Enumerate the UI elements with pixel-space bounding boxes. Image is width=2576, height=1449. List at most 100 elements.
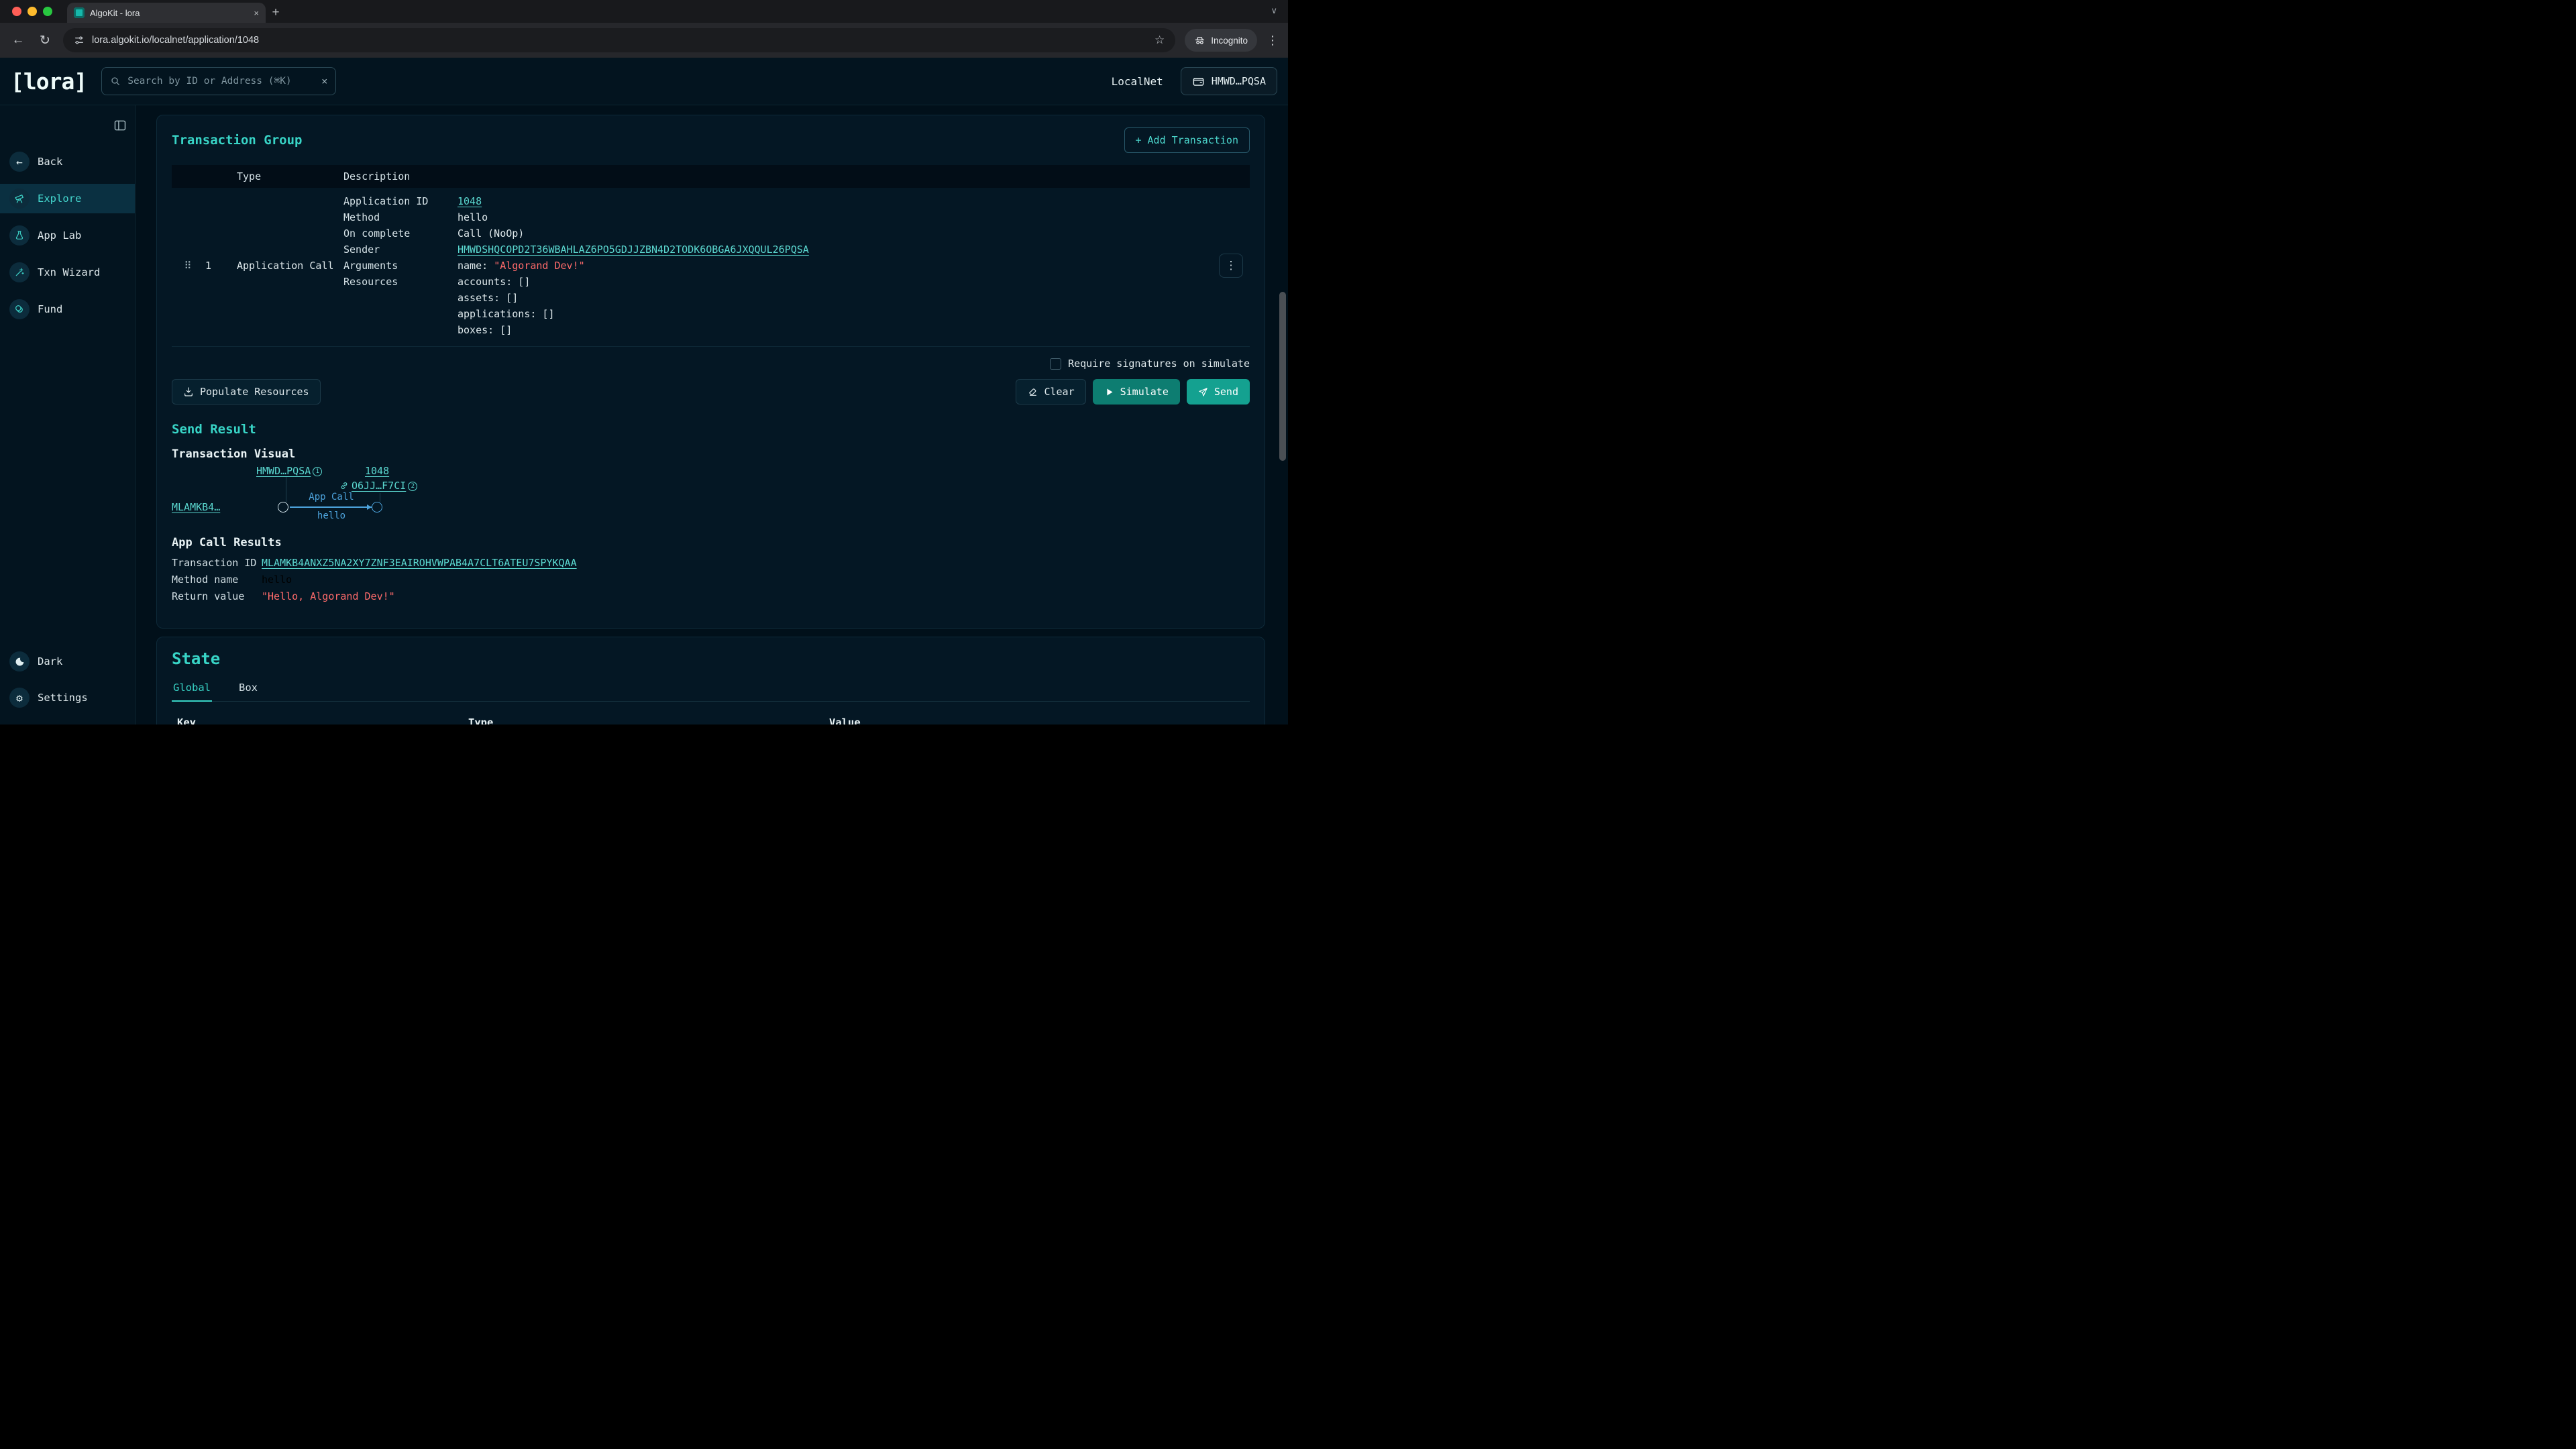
browser-reload-icon[interactable]: ↻ bbox=[36, 33, 54, 48]
app-call-results-title: App Call Results bbox=[172, 536, 1250, 549]
txn-wizard-icon bbox=[9, 262, 30, 282]
transaction-table: Type Description ⠿ 1 Application Call Ap… bbox=[172, 165, 1250, 347]
sender-link[interactable]: HMWDSHQCOPD2T36WBAHLAZ6PO5GDJJZBN4D2TODK… bbox=[458, 241, 809, 258]
moon-icon bbox=[9, 651, 30, 672]
graph-to-node bbox=[372, 502, 382, 513]
chevron-down-icon[interactable]: ∨ bbox=[1271, 5, 1277, 16]
arrow-label-bottom: hello bbox=[290, 511, 373, 521]
lora-logo[interactable]: [lora] bbox=[11, 68, 87, 95]
wallet-button[interactable]: HMWD…PQSA bbox=[1181, 67, 1277, 95]
tab-box[interactable]: Box bbox=[237, 682, 259, 701]
zoom-window-button[interactable] bbox=[43, 7, 52, 16]
sidebar-settings-label: Settings bbox=[38, 692, 88, 704]
add-transaction-button[interactable]: + Add Transaction bbox=[1124, 127, 1250, 153]
search-input[interactable] bbox=[127, 76, 315, 87]
sidebar-item-back[interactable]: ← Back bbox=[0, 147, 135, 176]
sender-badge: 1 bbox=[313, 467, 322, 476]
state-tabs: Global Box bbox=[172, 682, 1250, 702]
require-signatures-label: Require signatures on simulate bbox=[1068, 358, 1250, 370]
send-button[interactable]: Send bbox=[1187, 379, 1250, 405]
resource-boxes: boxes: [] bbox=[458, 322, 555, 338]
wallet-address: HMWD…PQSA bbox=[1212, 75, 1266, 87]
address-bar[interactable]: lora.algokit.io/localnet/application/104… bbox=[63, 28, 1175, 52]
incognito-icon bbox=[1194, 35, 1205, 46]
return-value: "Hello, Algorand Dev!" bbox=[262, 588, 395, 605]
state-panel: State Global Box Key Type Value bbox=[156, 637, 1265, 724]
sidebar-back-label: Back bbox=[38, 156, 62, 168]
sidebar-item-txn-wizard[interactable]: Txn Wizard bbox=[0, 258, 135, 287]
group-badge: 2 bbox=[408, 482, 417, 491]
argument-value: "Algorand Dev!" bbox=[494, 260, 584, 272]
sidebar-item-explore[interactable]: Explore bbox=[0, 184, 135, 213]
search-clear-icon[interactable]: × bbox=[321, 75, 327, 87]
field-key: Sender bbox=[343, 241, 458, 258]
sidebar-item-settings[interactable]: ⚙ Settings bbox=[0, 683, 135, 712]
drag-handle-icon[interactable]: ⠿ bbox=[172, 260, 203, 272]
graph-group-link[interactable]: O6JJ…F7CI2 bbox=[339, 480, 417, 492]
browser-toolbar: ← ↻ lora.algokit.io/localnet/application… bbox=[0, 23, 1288, 58]
minimize-window-button[interactable] bbox=[28, 7, 37, 16]
graph-arrow-line bbox=[290, 506, 372, 508]
graph-arrowhead bbox=[367, 504, 372, 510]
state-table-header: Key Type Value bbox=[172, 716, 1250, 724]
global-search[interactable]: × bbox=[101, 67, 336, 95]
sidebar-collapse-icon[interactable] bbox=[113, 119, 127, 132]
populate-resources-button[interactable]: Populate Resources bbox=[172, 379, 321, 405]
arrow-label-top: App Call bbox=[290, 492, 373, 502]
state-column-type: Type bbox=[468, 716, 829, 724]
resource-assets: assets: [] bbox=[458, 290, 555, 306]
incognito-badge: Incognito bbox=[1185, 29, 1257, 52]
transaction-id-link[interactable]: MLAMKB4ANXZ5NA2XY7ZNF3EAIROHVWPAB4A7CLT6… bbox=[262, 555, 577, 572]
resource-accounts: accounts: [] bbox=[458, 274, 555, 290]
sidebar-theme-label: Dark bbox=[38, 655, 62, 667]
sidebar-item-theme[interactable]: Dark bbox=[0, 647, 135, 676]
url-text[interactable]: lora.algokit.io/localnet/application/104… bbox=[92, 35, 1147, 46]
bookmark-star-icon[interactable]: ☆ bbox=[1155, 34, 1165, 47]
table-header: Type Description bbox=[172, 165, 1250, 188]
site-settings-icon[interactable] bbox=[74, 35, 85, 46]
clear-button[interactable]: Clear bbox=[1016, 379, 1085, 405]
table-row: ⠿ 1 Application Call Application ID 1048… bbox=[172, 188, 1250, 347]
field-key: Method bbox=[343, 209, 458, 225]
field-key: On complete bbox=[343, 225, 458, 241]
transaction-visual-graph: HMWD…PQSA1 1048 O6JJ…F7CI2 bbox=[172, 464, 1250, 531]
coins-icon bbox=[9, 299, 30, 319]
method-value: hello bbox=[458, 209, 488, 225]
tab-favicon-icon bbox=[74, 7, 85, 18]
require-signatures-checkbox[interactable] bbox=[1050, 358, 1061, 370]
browser-tab[interactable]: AlgoKit - lora × bbox=[67, 3, 266, 23]
send-result-title: Send Result bbox=[172, 422, 1250, 437]
new-tab-button[interactable]: + bbox=[266, 3, 286, 23]
browser-back-icon[interactable]: ← bbox=[9, 33, 27, 48]
sidebar-item-app-lab[interactable]: App Lab bbox=[0, 221, 135, 250]
transaction-visual-title: Transaction Visual bbox=[172, 447, 1250, 461]
close-window-button[interactable] bbox=[12, 7, 21, 16]
resource-applications: applications: [] bbox=[458, 306, 555, 322]
sidebar-explore-label: Explore bbox=[38, 193, 81, 205]
network-selector[interactable]: LocalNet bbox=[1112, 75, 1163, 88]
tab-global[interactable]: Global bbox=[172, 682, 212, 702]
sidebar-item-fund[interactable]: Fund bbox=[0, 294, 135, 324]
search-icon bbox=[110, 76, 121, 87]
graph-app-link[interactable]: 1048 bbox=[365, 465, 389, 477]
browser-menu-icon[interactable]: ⋮ bbox=[1267, 34, 1279, 48]
on-complete-value: Call (NoOp) bbox=[458, 225, 524, 241]
row-menu-button[interactable]: ⋮ bbox=[1219, 254, 1243, 278]
application-id-link[interactable]: 1048 bbox=[458, 193, 482, 209]
incognito-label: Incognito bbox=[1211, 36, 1248, 46]
sidebar-app-lab-label: App Lab bbox=[38, 229, 81, 241]
state-title: State bbox=[172, 649, 1250, 668]
simulate-button[interactable]: Simulate bbox=[1093, 379, 1180, 405]
row-description: Application ID 1048 Method hello On comp… bbox=[337, 193, 1212, 338]
result-key: Return value bbox=[172, 588, 262, 605]
graph-sender-link[interactable]: HMWD…PQSA1 bbox=[256, 465, 322, 477]
download-icon bbox=[183, 386, 194, 397]
scrollbar-thumb[interactable] bbox=[1279, 292, 1286, 461]
graph-txn-link[interactable]: MLAMKB4… bbox=[172, 501, 220, 513]
tab-close-icon[interactable]: × bbox=[254, 9, 259, 17]
tab-strip: AlgoKit - lora × + ∨ bbox=[0, 0, 1288, 23]
screen: AlgoKit - lora × + ∨ ← ↻ lora.algokit.io… bbox=[0, 0, 1288, 724]
window-controls[interactable] bbox=[12, 7, 52, 16]
flask-icon bbox=[9, 225, 30, 246]
link-icon bbox=[339, 481, 349, 490]
